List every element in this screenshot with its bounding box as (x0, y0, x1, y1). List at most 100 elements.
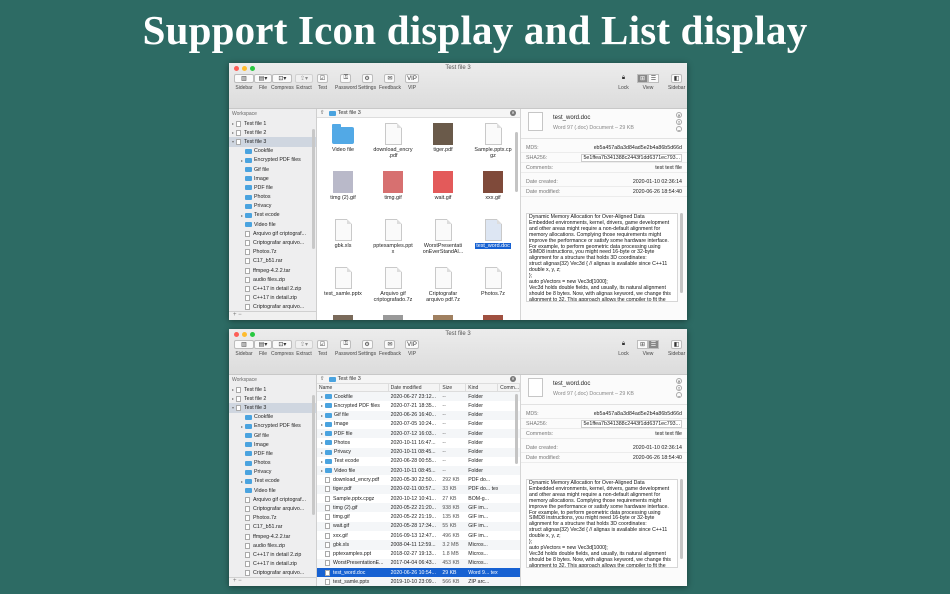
sidebar-item[interactable]: ▸ Encrypted PDF files (229, 156, 316, 165)
feedback-button[interactable]: ✉ Feedback (379, 74, 401, 91)
sidebar-scrollbar[interactable] (312, 395, 315, 515)
compress-button[interactable]: ⊡▾ Compress (271, 74, 294, 91)
sidebar-item[interactable]: PDF file (229, 183, 316, 192)
sidebar-item[interactable]: Photos.7z (229, 248, 316, 257)
sidebar-item[interactable]: ▸ Test file 1 (229, 385, 316, 394)
list-row[interactable]: ▸ Privacy 2020-10-11 08:45... -- Folder (317, 447, 520, 457)
sidebar-item[interactable]: C++17 in detail.zip (229, 294, 316, 303)
password-button[interactable]: ⚿ Password (335, 340, 357, 357)
sidebar-item[interactable]: ▸ Encrypted PDF files (229, 422, 316, 431)
sidebar-item[interactable]: ▸ Test ecode (229, 211, 316, 220)
list-row[interactable]: ▸ PDF file 2020-07-12 16:03... -- Folder (317, 429, 520, 439)
text-preview[interactable]: Dynamic Memory Allocation for Over-Align… (526, 213, 678, 302)
file-button[interactable]: ▤▾ File (254, 74, 272, 91)
grid-item[interactable]: pptexamples.ppt x (369, 219, 417, 256)
sidebar-item[interactable]: Image (229, 440, 316, 449)
sidebar-item[interactable]: ▸ Test file 1 (229, 119, 316, 128)
icon-view-icon[interactable]: ⊞ (637, 340, 648, 349)
sidebar-item[interactable]: ffmpeg-4.2.2.tar (229, 266, 316, 275)
chevron-down-icon[interactable]: ⌄ (676, 126, 682, 132)
grid-item[interactable]: test_samle.pptx (319, 267, 367, 297)
password-button[interactable]: ⚿ Password (335, 74, 357, 91)
list-row[interactable]: test_samle.pptx 2019-10-10 23:09... 566 KB… (317, 577, 520, 586)
file-button[interactable]: ▤▾ File (254, 340, 272, 357)
list-row[interactable]: ▸ Video file 2020-10-11 08:45... -- Folder (317, 466, 520, 476)
sidebar-item[interactable]: Gif file (229, 431, 316, 440)
sidebar-item[interactable]: Privacy (229, 468, 316, 477)
grid-item[interactable]: Arquivo gif criptografado.7z (369, 267, 417, 304)
grid-item[interactable]: gbk.xls (319, 219, 367, 249)
list-row[interactable]: ▸ Gif file 2020-06-26 16:40... -- Folder (317, 410, 520, 420)
sidebar-item[interactable]: Cookfile (229, 147, 316, 156)
list-row[interactable]: ▸ Photos 2020-10-11 16:47... -- Folder (317, 438, 520, 447)
sidebar-item[interactable]: Arquivo gif criptograf... (229, 229, 316, 238)
list-row[interactable]: timg (2).gif 2020-05-22 21:20... 938 KB GIF… (317, 503, 520, 513)
right-sidebar-button[interactable]: ◧ Sidebar (668, 340, 685, 357)
view-segments[interactable]: ⊞ ☰ (637, 340, 659, 349)
list-row[interactable]: ▸ Cookfile 2020-06-27 23:12... -- Folder (317, 392, 520, 402)
sha256-value[interactable]: 5e1ffea7b341388c2443f1dd6371ec793... (581, 419, 682, 428)
md5-value[interactable]: eb5a457a8a3d84ad5e2b4a86b5d66d (594, 145, 682, 151)
column-header[interactable]: Date modified (389, 384, 441, 391)
list-row[interactable]: download_encry.pdf 2020-05-30 22:50... 292… (317, 475, 520, 484)
icon-view-icon[interactable]: ⊞ (637, 74, 648, 83)
grid-item[interactable]: Photos.7z (469, 267, 517, 297)
preview-scrollbar[interactable] (680, 213, 683, 293)
preview-scrollbar[interactable] (680, 479, 683, 559)
view-segments[interactable]: ⊞ ☰ (637, 74, 659, 83)
grid-item[interactable]: WorstPresentati onEverStandAl... (419, 219, 467, 256)
grid-item[interactable]: Video file (319, 123, 367, 153)
grid-item[interactable]: wait.gif (419, 171, 467, 201)
list-row[interactable]: test_word.doc 2020-06-26 10:54... 29 KB Wor… (317, 568, 520, 578)
grid-item[interactable]: tiger.pdf (419, 123, 467, 153)
grid-item[interactable]: Criptografar arquivo pdf.7z (419, 267, 467, 304)
sidebar-item[interactable]: Video file (229, 220, 316, 229)
feedback-button[interactable]: ✉ Feedback (379, 340, 401, 357)
column-header[interactable]: Size (440, 384, 467, 391)
share-icon[interactable]: ⇪ (676, 385, 682, 391)
sidebar-item[interactable]: C17_b51.rar (229, 257, 316, 266)
sha256-value[interactable]: 5e1ffea7b341388c2443f1dd6371ec793... (581, 153, 682, 162)
close-icon[interactable]: ✕ (510, 110, 516, 116)
grid-item[interactable] (419, 315, 467, 320)
grid-item[interactable] (369, 315, 417, 320)
grid-item[interactable]: Sample.pptx.cp gz (469, 123, 517, 160)
list-row[interactable]: xxx.gif 2016-09-13 12:47... 496 KB GIF im..… (317, 531, 520, 540)
sidebar-item[interactable]: Privacy (229, 202, 316, 211)
vip-button[interactable]: VIP VIP (405, 74, 419, 91)
sidebar-item[interactable]: audio files.zip (229, 275, 316, 284)
comments-value[interactable]: test text file (655, 165, 682, 171)
close-icon[interactable]: ✕ (676, 112, 682, 118)
grid-item[interactable]: xxx.gif (469, 171, 517, 201)
test-button[interactable]: ☑ Test (317, 340, 328, 357)
sidebar-item[interactable]: ffmpeg-4.2.2.tar (229, 532, 316, 541)
chevron-down-icon[interactable]: ⌄ (676, 392, 682, 398)
grid-item[interactable]: timg.gif (369, 171, 417, 201)
sidebar-item[interactable]: audio files.zip (229, 541, 316, 550)
sidebar-item[interactable]: C++17 in detail.zip (229, 560, 316, 569)
list-row[interactable]: tiger.pdf 2020-02-11 00:57... 33 KB PDF do.… (317, 484, 520, 494)
list-view-icon[interactable]: ☰ (648, 74, 659, 83)
sidebar-item[interactable]: C++17 in detail 2.zip (229, 284, 316, 293)
sidebar-toggle-button[interactable]: ▥ Sidebar (234, 74, 254, 91)
sidebar-item[interactable]: ▾ Test file 3 (229, 403, 316, 413)
list-row[interactable]: wait.gif 2020-05-28 17:34... 55 KB GIF im..… (317, 521, 520, 531)
sidebar-footer[interactable]: + − (229, 311, 316, 320)
close-icon[interactable]: ✕ (676, 378, 682, 384)
lock-button[interactable]: 🔒︎ Lock (618, 74, 629, 91)
vip-button[interactable]: VIP VIP (405, 340, 419, 357)
sidebar-item[interactable]: Photos (229, 193, 316, 202)
column-header[interactable]: Comm... (498, 384, 520, 391)
sidebar-item[interactable]: Photos.7z (229, 514, 316, 523)
text-preview[interactable]: Dynamic Memory Allocation for Over-Align… (526, 479, 678, 568)
list-row[interactable]: WorstPresentationE... 2017-04-04 06:43...… (317, 558, 520, 569)
sidebar-item[interactable]: Cookfile (229, 413, 316, 422)
up-arrow-icon[interactable]: ⇧ (320, 110, 325, 116)
view-switcher[interactable]: ⊞ ☰ View (637, 74, 659, 91)
extract-button[interactable]: ⇪▾ Extract (295, 74, 313, 91)
comments-value[interactable]: test text file (655, 431, 682, 437)
list-row[interactable]: ▸ Encrypted PDF files 2020-07-21 18:35... -… (317, 401, 520, 410)
sidebar-item[interactable]: Criptografar arquivo... (229, 238, 316, 247)
sidebar-scrollbar[interactable] (312, 129, 315, 249)
grid-item[interactable] (319, 315, 367, 320)
